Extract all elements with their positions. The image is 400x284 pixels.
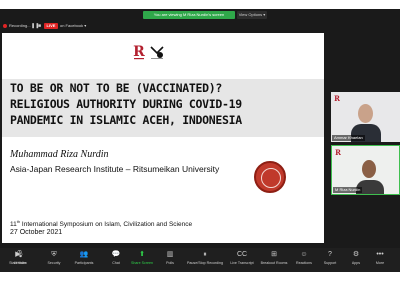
slide-affiliation: Asia-Japan Research Institute – Ritsumei… (10, 164, 220, 174)
svg-text:R: R (334, 94, 340, 102)
more-button[interactable]: ••• More (362, 250, 398, 270)
start-video-label: Start Video (9, 261, 27, 265)
slide-symposium: 11th International Symposium on Islam, C… (10, 219, 192, 228)
start-video-button[interactable]: ▶ Start Video (0, 250, 36, 270)
cc-icon: CC (236, 251, 248, 258)
participant-video-tile[interactable]: R Ammar Khaelan (331, 92, 400, 142)
slide-author: Muhammad Riza Nurdin (10, 149, 109, 160)
ritsumeikan-logo-icon: R (335, 148, 341, 156)
live-transcript-label: Live Transcript (230, 261, 254, 265)
slide-date: 27 October 2021 (10, 229, 63, 236)
symposium-number: 11 (10, 221, 17, 229)
view-options-button[interactable]: View Options ▾ (237, 11, 267, 19)
participant-name: Ammar Khaelan (332, 135, 365, 141)
svg-text:R: R (133, 44, 145, 60)
top-bar: You are viewing M Riza Nurdin's screen V… (0, 9, 400, 21)
pause-stop-recording-button[interactable]: ⏸ Pause/Stop Recording (184, 250, 226, 270)
ritsumeikan-logo-icon: R (334, 94, 340, 102)
more-icon: ••• (376, 251, 384, 258)
symposium-title: International Symposium on Islam, Civili… (20, 221, 193, 229)
zoom-window: You are viewing M Riza Nurdin's screen V… (0, 9, 400, 272)
research-institute-logo-icon (150, 46, 164, 59)
participants-button[interactable]: 👥 Participants (66, 250, 102, 270)
record-icon: ⏸ (203, 251, 207, 258)
participants-icon: 👥 (79, 251, 89, 258)
stop-recording-icon[interactable]: ■ (38, 22, 41, 30)
participants-label: Participants (74, 261, 94, 265)
participant-face (362, 160, 376, 178)
participant-video-tile-active[interactable]: R M Riza Nurdin (331, 145, 400, 195)
pause-stop-recording-label: Pause/Stop Recording (187, 261, 223, 265)
live-destination[interactable]: on Facebook ▾ (60, 21, 86, 31)
slide-title-band: TO BE OR NOT TO BE (VACCINATED)? RELIGIO… (2, 79, 324, 137)
participant-name: M Riza Nurdin (333, 187, 363, 193)
svg-text:R: R (335, 148, 341, 156)
recording-dot-icon (3, 24, 7, 28)
recording-label: Recording... (9, 23, 31, 28)
polls-label: Polls (166, 261, 174, 265)
live-transcript-button[interactable]: CC Live Transcript (224, 250, 260, 270)
ritsumeikan-logo-icon: R (133, 44, 145, 60)
participant-face (358, 104, 373, 123)
polls-button[interactable]: ▥ Polls (152, 250, 188, 270)
shared-slide: R TO BE OR NOT TO BE (VACCINATED)? RELIG… (2, 33, 324, 243)
polls-icon: ▥ (166, 251, 174, 258)
video-icon: ▶ (15, 251, 21, 258)
recording-status-bar: Recording... ❚❚ ■ LIVE on Facebook ▾ (0, 21, 200, 31)
slide-title-line-1: TO BE OR NOT TO BE (VACCINATED)? (10, 81, 222, 95)
screen-share-banner: You are viewing M Riza Nurdin's screen (143, 11, 235, 19)
slide-title-line-3: PANDEMIC IN ISLAMIC ACEH, INDONESIA (10, 113, 242, 127)
live-badge[interactable]: LIVE (44, 23, 58, 29)
more-label: More (375, 261, 385, 265)
meeting-toolbar: 🎙 Unmute ▶ Start Video ⛨ Security 👥 Part… (0, 248, 400, 272)
slide-title-line-2: RELIGIOUS AUTHORITY DURING COVID-19 (10, 97, 242, 111)
university-seal-icon (254, 161, 286, 193)
